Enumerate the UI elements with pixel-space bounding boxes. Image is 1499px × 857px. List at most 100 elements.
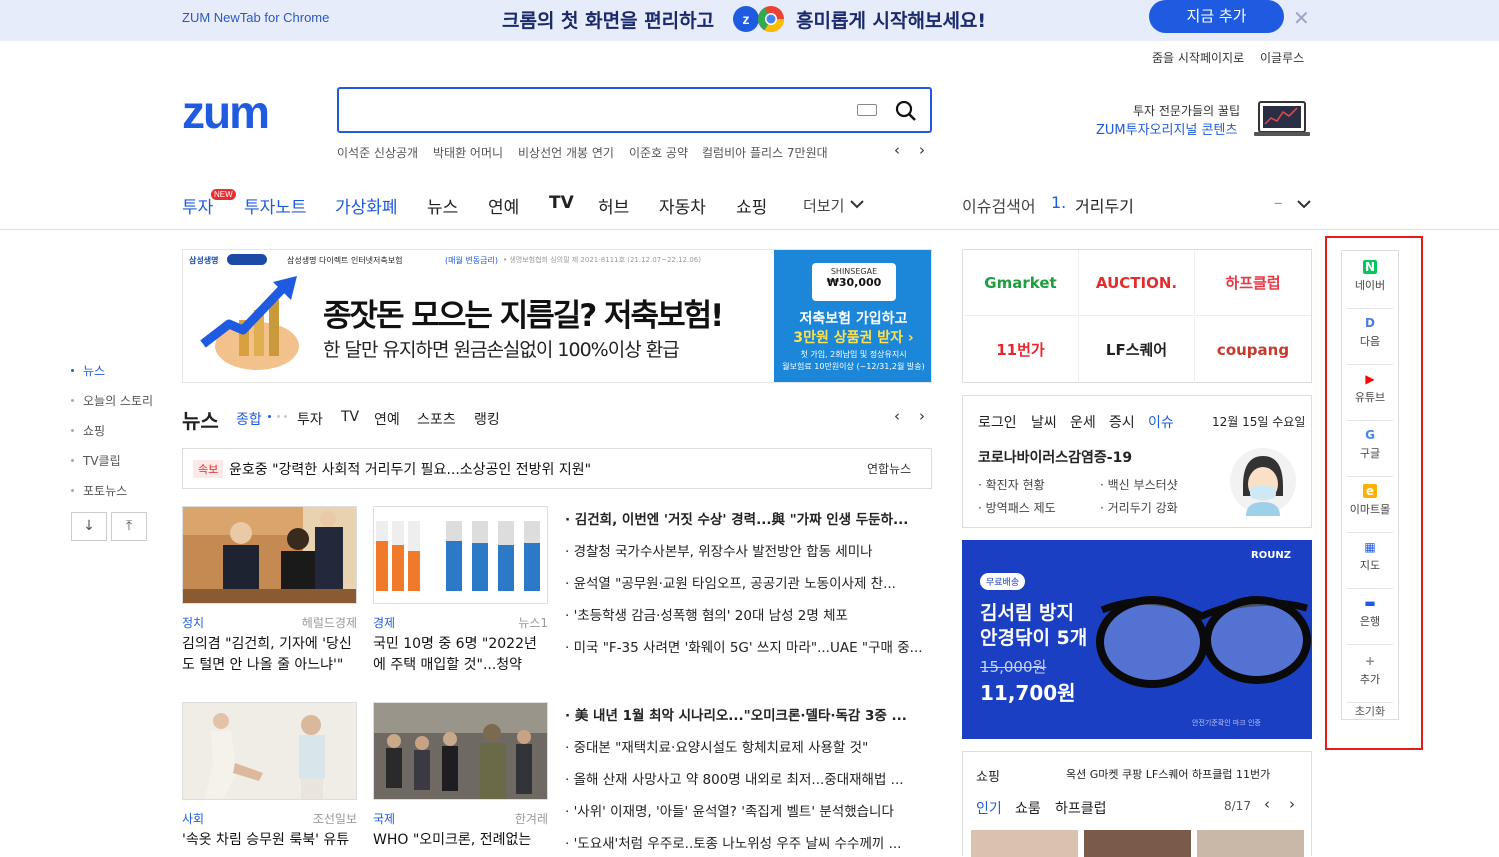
news-card-title[interactable]: 국민 10명 중 6명 "2022년에 주택 매입할 것"...청약 희... xyxy=(373,634,548,676)
nav-crypto[interactable]: 가상화폐 xyxy=(335,193,398,218)
news-thumbnail[interactable] xyxy=(373,506,548,604)
auction-link[interactable]: AUCTION. xyxy=(1079,250,1195,316)
close-icon[interactable]: ✕ xyxy=(1293,6,1310,30)
info-tab-login[interactable]: 로그인 xyxy=(978,412,1017,432)
news-tab-general[interactable]: 종합 xyxy=(236,409,262,429)
headline-link[interactable]: · '도요새'처럼 우주로..토종 나노위성 우주 날씨 수수께끼 ... xyxy=(565,832,925,852)
scroll-top-button[interactable]: ⤒ xyxy=(111,512,147,541)
news-tab-ranking[interactable]: 랭킹 xyxy=(474,409,500,429)
zum-logo[interactable]: zum xyxy=(182,85,270,139)
keyword-link[interactable]: 이석준 신상공개 xyxy=(337,144,418,161)
info-tab-stock[interactable]: 증시 xyxy=(1109,412,1135,432)
covid-title[interactable]: 코로나바이러스감염증-19 xyxy=(978,447,1132,467)
headline-link[interactable]: · 경찰청 국가수사본부, 위장수사 발전방안 합동 세미나 xyxy=(565,540,925,560)
chevron-right-icon[interactable]: › xyxy=(1289,795,1295,813)
quicklink-emart[interactable]: e 이마트몰 xyxy=(1341,484,1399,517)
keyword-link[interactable]: 박태환 어머니 xyxy=(433,144,503,161)
quicklink-plus[interactable]: + 추가 xyxy=(1341,654,1399,687)
invest-promo-line1[interactable]: 투자 전문가들의 꿀팁 xyxy=(1133,102,1240,119)
rail-shopping[interactable]: 쇼핑 xyxy=(83,422,105,439)
news-card-title[interactable]: WHO "오미크론, 전례없는 xyxy=(373,830,548,856)
egloos-link[interactable]: 이글루스 xyxy=(1260,49,1304,66)
nav-hub[interactable]: 허브 xyxy=(598,193,629,218)
nav-more[interactable]: 더보기 xyxy=(803,195,844,216)
laptop-chart-icon[interactable] xyxy=(1253,100,1311,140)
chevron-down-icon[interactable] xyxy=(1297,199,1311,209)
news-category[interactable]: 정치 xyxy=(182,614,204,631)
invest-promo-line2[interactable]: ZUM투자오리지널 콘텐츠 xyxy=(1096,119,1237,138)
chevron-right-icon[interactable]: › xyxy=(919,141,925,159)
search-input[interactable] xyxy=(347,95,847,125)
chevron-left-icon[interactable]: ‹ xyxy=(894,407,900,425)
shopping-tab-popular[interactable]: 인기 xyxy=(976,798,1002,818)
nav-car[interactable]: 자동차 xyxy=(659,193,706,218)
nav-tv[interactable]: TV xyxy=(549,193,574,213)
news-category[interactable]: 국제 xyxy=(373,810,395,827)
quicklink-map[interactable]: ▦ 지도 xyxy=(1341,540,1399,573)
ad-banner-rounz[interactable]: ROUNZ 무료배송 김서림 방지 안경닦이 5개 15,000원 11,700… xyxy=(962,540,1312,739)
covid-item[interactable]: · 백신 부스터샷 xyxy=(1100,476,1178,493)
promo-left-text[interactable]: ZUM NewTab for Chrome xyxy=(182,10,329,25)
add-now-button[interactable]: 지금 추가 xyxy=(1149,0,1284,33)
chevron-left-icon[interactable]: ‹ xyxy=(1264,795,1270,813)
info-tab-fortune[interactable]: 운세 xyxy=(1070,412,1096,432)
news-tab-entertainment[interactable]: 연예 xyxy=(374,409,400,429)
keyword-link[interactable]: 컬럼비아 플리스 7만원대 xyxy=(702,144,828,161)
news-section-title[interactable]: 뉴스 xyxy=(182,405,219,434)
shopping-title[interactable]: 쇼핑 xyxy=(976,766,1000,785)
chevron-right-icon[interactable]: › xyxy=(919,407,925,425)
rail-tvclip[interactable]: TV클립 xyxy=(83,452,121,469)
halfclub-link[interactable]: 하프클럽 xyxy=(1195,250,1311,316)
headline-link[interactable]: · '초등학생 감금·성폭행 혐의' 20대 남성 2명 체포 xyxy=(565,604,925,624)
rail-news[interactable]: 뉴스 xyxy=(83,362,105,379)
11st-link[interactable]: 11번가 xyxy=(963,317,1079,383)
keyboard-icon[interactable] xyxy=(857,104,877,116)
headline-link[interactable]: · 美 내년 1월 최악 시나리오..."오미크론·델타·독감 3중 ... xyxy=(565,704,925,724)
news-tab-sports[interactable]: 스포츠 xyxy=(417,409,456,429)
product-thumbnail[interactable] xyxy=(971,830,1078,857)
shopping-tab-halfclub[interactable]: 하프클럽 xyxy=(1055,798,1107,818)
headline-link[interactable]: · 미국 "F-35 사려면 '화웨이 5G' 쓰지 마라"...UAE "구매… xyxy=(565,636,925,656)
news-thumbnail[interactable] xyxy=(182,702,357,800)
quicklinks-reset-button[interactable]: 초기화 xyxy=(1341,703,1399,719)
news-category[interactable]: 경제 xyxy=(373,614,395,631)
product-thumbnail[interactable] xyxy=(1197,830,1304,857)
quicklink-bank[interactable]: ▬ 은행 xyxy=(1341,596,1399,629)
nav-entertainment[interactable]: 연예 xyxy=(488,193,519,218)
news-card-title[interactable]: 김의겸 "김건희, 기자에 '당신도 털면 안 나올 줄 아느냐'" xyxy=(182,634,357,676)
covid-item[interactable]: · 확진자 현황 xyxy=(978,476,1045,493)
headline-link[interactable]: · 중대본 "재택치료·요양시설도 항체치료제 사용할 것" xyxy=(565,736,925,756)
quicklink-youtube[interactable]: ▶ 유튜브 xyxy=(1341,372,1399,405)
gmarket-link[interactable]: Gmarket xyxy=(963,250,1079,316)
nav-news[interactable]: 뉴스 xyxy=(427,193,458,218)
covid-item[interactable]: · 방역패스 제도 xyxy=(978,499,1056,516)
nav-invest-note[interactable]: 투자노트 xyxy=(244,193,307,218)
scroll-down-button[interactable]: ↓ xyxy=(71,512,107,541)
issue-keyword[interactable]: 거리두기 xyxy=(1075,193,1134,217)
quicklink-daum[interactable]: D 다음 xyxy=(1341,316,1399,349)
shopping-partners[interactable]: 옥션 G마켓 쿠팡 LF스퀘어 하프클럽 11번가 xyxy=(1066,766,1270,782)
news-thumbnail[interactable] xyxy=(373,702,548,800)
ad-banner-samsung[interactable]: 삼성생명 삼성생명 다이렉트 인터넷저축보험 (매월 변동금리) • 생명보험협… xyxy=(182,249,932,383)
set-homepage-link[interactable]: 줌을 시작페이지로 xyxy=(1152,49,1244,66)
headline-link[interactable]: · 윤석열 "공무원·교원 타임오프, 공공기관 노동이사제 찬... xyxy=(565,572,925,592)
shopping-tab-showroom[interactable]: 쇼룸 xyxy=(1015,798,1041,818)
rail-story[interactable]: 오늘의 스토리 xyxy=(83,392,153,409)
rail-photo[interactable]: 포토뉴스 xyxy=(83,482,127,499)
search-box[interactable] xyxy=(337,87,932,133)
keyword-link[interactable]: 비상선언 개봉 연기 xyxy=(518,144,614,161)
quicklink-naver[interactable]: N 네이버 xyxy=(1341,260,1399,293)
news-category[interactable]: 사회 xyxy=(182,810,204,827)
keyword-link[interactable]: 이준호 공약 xyxy=(629,144,688,161)
breaking-news-bar[interactable]: 속보 윤호중 "강력한 사회적 거리두기 필요...소상공인 전방위 지원" 연… xyxy=(182,448,932,489)
news-tab-invest[interactable]: 투자 xyxy=(297,409,323,429)
news-tab-tv[interactable]: TV xyxy=(341,409,359,425)
news-thumbnail[interactable] xyxy=(182,506,357,604)
news-card-title[interactable]: '속옷 차림 승무원 룩북' 유튜 xyxy=(182,830,357,856)
headline-link[interactable]: · 김건희, 이번엔 '거짓 수상' 경력...與 "가짜 인생 두둔하... xyxy=(565,508,925,528)
breaking-headline[interactable]: 윤호중 "강력한 사회적 거리두기 필요...소상공인 전방위 지원" xyxy=(229,459,591,479)
info-tab-weather[interactable]: 날씨 xyxy=(1031,412,1057,432)
info-tab-issue[interactable]: 이슈 xyxy=(1148,412,1174,432)
headline-link[interactable]: · 올해 산재 사망사고 약 800명 내외로 최저...중대재해법 ... xyxy=(565,768,925,788)
chevron-down-icon[interactable] xyxy=(850,199,864,209)
